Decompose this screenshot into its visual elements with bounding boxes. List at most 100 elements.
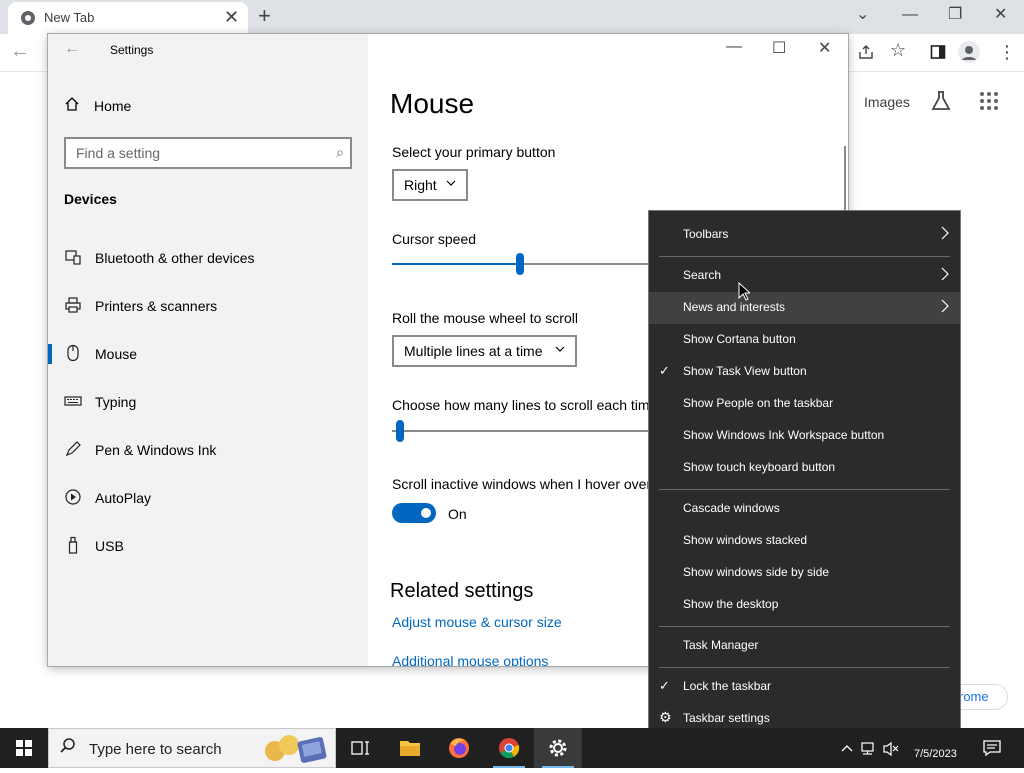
windows-logo-icon [16, 740, 32, 756]
system-tray-icons[interactable] [840, 740, 904, 758]
tab-search-icon[interactable]: ⌄ [856, 4, 869, 26]
menu-item-label: Show People on the taskbar [683, 396, 834, 410]
menu-separator [659, 256, 950, 257]
menu-item-show-ink-workspace[interactable]: Show Windows Ink Workspace button [649, 420, 960, 452]
sidebar-item-usb[interactable]: USB [48, 526, 368, 566]
taskbar-file-explorer[interactable] [386, 728, 434, 768]
browser-close-button[interactable]: ✕ [994, 4, 1007, 26]
bluetooth-devices-icon [65, 250, 81, 265]
menu-item-task-manager[interactable]: Task Manager [649, 630, 960, 662]
checkmark-icon: ✓ [659, 363, 670, 378]
images-link[interactable]: Images [864, 94, 910, 110]
primary-button-dropdown[interactable]: Right [392, 169, 468, 201]
chevron-right-icon [941, 226, 949, 240]
start-button[interactable] [0, 728, 48, 768]
inactive-scroll-label: Scroll inactive windows when I hover ove… [392, 476, 652, 492]
menu-item-label: Lock the taskbar [683, 679, 772, 693]
labs-flask-icon[interactable] [930, 90, 952, 112]
keyboard-icon [64, 396, 82, 406]
related-settings-heading: Related settings [390, 580, 534, 602]
cursor-speed-slider-thumb[interactable] [516, 253, 524, 275]
taskbar-search-box[interactable]: Type here to search [48, 728, 336, 768]
menu-item-label: Show Cortana button [683, 332, 796, 346]
share-icon[interactable] [858, 44, 874, 60]
taskbar-task-view[interactable] [336, 728, 384, 768]
menu-item-lock-taskbar[interactable]: ✓ Lock the taskbar [649, 671, 960, 703]
sidebar-item-label: Pen & Windows Ink [95, 442, 217, 458]
browser-minimize-button[interactable]: — [902, 4, 918, 26]
autoplay-icon [65, 489, 81, 505]
mouse-icon [67, 344, 79, 362]
menu-item-label: News and interests [683, 300, 786, 314]
search-icon[interactable]: ⌕ [336, 144, 344, 161]
taskbar-settings[interactable] [534, 728, 582, 768]
menu-item-show-cortana[interactable]: Show Cortana button [649, 324, 960, 356]
sidebar-item-typing[interactable]: Typing [48, 382, 368, 422]
usb-icon [68, 536, 78, 554]
menu-item-label: Taskbar settings [683, 711, 770, 725]
search-icon [60, 738, 75, 753]
browser-tab[interactable]: New Tab ✕ [8, 2, 248, 34]
browser-back-icon[interactable]: ← [10, 40, 30, 63]
menu-item-label: Show Windows Ink Workspace button [683, 428, 885, 442]
tab-close-icon[interactable]: ✕ [224, 7, 239, 27]
menu-item-show-people[interactable]: Show People on the taskbar [649, 388, 960, 420]
menu-separator [659, 667, 950, 668]
task-view-icon [351, 741, 369, 755]
settings-scrollbar[interactable] [844, 146, 846, 216]
sidebar-item-label: Printers & scanners [95, 298, 218, 314]
menu-item-windows-side-by-side[interactable]: Show windows side by side [649, 557, 960, 589]
menu-item-news-and-interests[interactable]: News and interests [649, 292, 960, 324]
scroll-wheel-value: Multiple lines at a time [404, 343, 543, 359]
taskbar-date[interactable]: 7/5/2023 [914, 748, 957, 760]
pen-icon [65, 441, 81, 457]
menu-item-windows-stacked[interactable]: Show windows stacked [649, 525, 960, 557]
taskbar-chrome[interactable] [485, 728, 533, 768]
additional-mouse-options-link[interactable]: Additional mouse options [392, 653, 548, 666]
scroll-wheel-dropdown[interactable]: Multiple lines at a time [392, 335, 577, 367]
adjust-cursor-size-link[interactable]: Adjust mouse & cursor size [392, 614, 562, 630]
find-setting-input[interactable] [76, 145, 316, 161]
cursor-speed-fill [392, 263, 516, 265]
settings-window-title: Settings [110, 43, 154, 57]
menu-item-cascade-windows[interactable]: Cascade windows [649, 493, 960, 525]
inactive-scroll-toggle[interactable] [392, 503, 436, 523]
menu-item-show-task-view[interactable]: ✓ Show Task View button [649, 356, 960, 388]
chrome-favicon-icon [21, 11, 35, 25]
sidebar-home-label: Home [94, 98, 132, 114]
primary-button-value: Right [404, 177, 437, 193]
menu-item-show-desktop[interactable]: Show the desktop [649, 589, 960, 621]
browser-menu-icon[interactable]: ⋮ [998, 42, 1016, 63]
lines-to-scroll-slider-thumb[interactable] [396, 420, 404, 442]
primary-button-label: Select your primary button [392, 144, 556, 160]
new-tab-button[interactable]: + [258, 4, 271, 28]
menu-item-show-touch-keyboard[interactable]: Show touch keyboard button [649, 452, 960, 484]
menu-item-label: Show windows stacked [683, 533, 808, 547]
lines-to-scroll-track [392, 430, 648, 432]
taskbar-search-placeholder: Type here to search [89, 741, 222, 758]
sidebar-item-autoplay[interactable]: AutoPlay [48, 478, 368, 518]
settings-back-icon[interactable]: ← [64, 40, 80, 58]
sidebar-item-mouse[interactable]: Mouse [48, 334, 368, 374]
menu-item-label: Task Manager [683, 638, 759, 652]
find-setting-search-box[interactable]: ⌕ [64, 137, 352, 169]
sidebar-item-label: Bluetooth & other devices [95, 250, 255, 266]
profile-avatar-icon[interactable] [958, 41, 980, 63]
settings-sidebar: ← Settings Home ⌕ Devices Bluetooth & ot… [48, 34, 368, 666]
chevron-right-icon [941, 299, 949, 313]
menu-item-label: Show Task View button [683, 364, 807, 378]
bookmark-star-icon[interactable]: ☆ [890, 40, 906, 61]
menu-item-toolbars[interactable]: Toolbars [649, 219, 960, 251]
browser-restore-button[interactable]: ❐ [948, 4, 962, 26]
sidebar-item-printers[interactable]: Printers & scanners [48, 286, 368, 326]
sidebar-item-pen[interactable]: Pen & Windows Ink [48, 430, 368, 470]
menu-item-label: Show touch keyboard button [683, 460, 836, 474]
taskbar-firefox[interactable] [435, 728, 483, 768]
chrome-icon [499, 738, 520, 759]
menu-item-search[interactable]: Search [649, 260, 960, 292]
file-explorer-icon [400, 741, 420, 756]
page-title: Mouse [390, 88, 475, 119]
sidebar-item-bluetooth[interactable]: Bluetooth & other devices [48, 238, 368, 278]
side-panel-icon[interactable] [930, 44, 946, 60]
notification-center-icon[interactable] [982, 738, 1002, 758]
